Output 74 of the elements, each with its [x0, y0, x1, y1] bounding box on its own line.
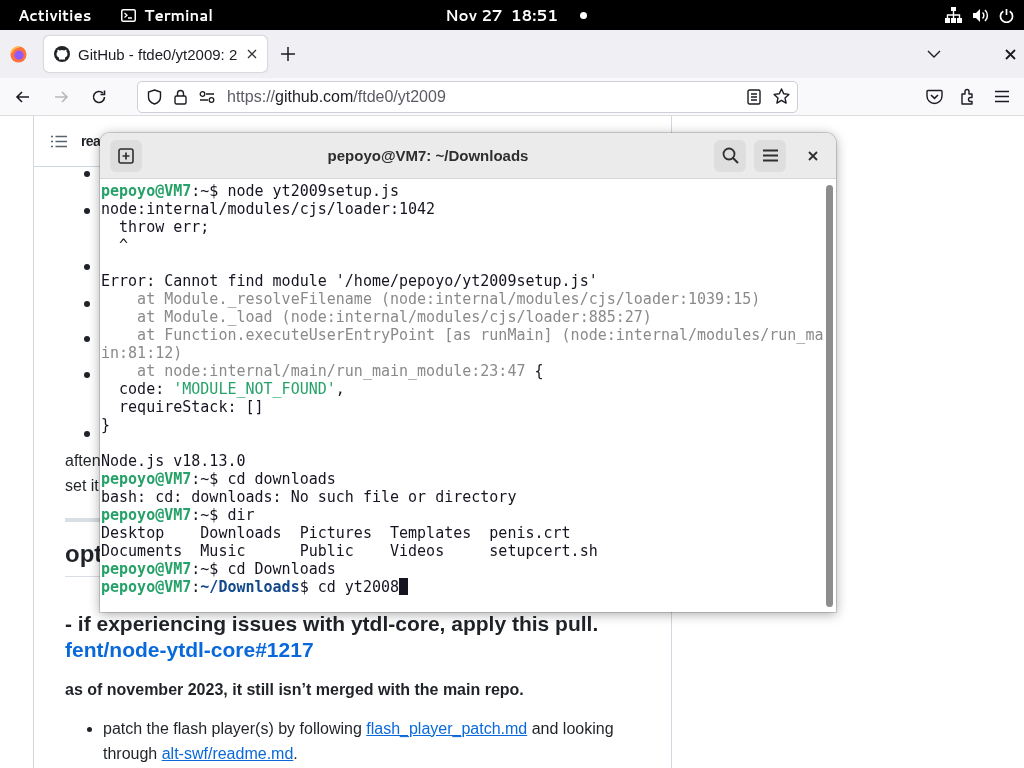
terminal-line: in:81:12): [101, 344, 183, 362]
paragraph-text: aften: [65, 451, 101, 471]
terminal-line: Desktop Downloads Pictures Templates penis.crt: [101, 524, 571, 542]
section-heading: - if experiencing issues with ytdl-core, apply this pull.: [65, 611, 600, 637]
activities-button[interactable]: Activities: [18, 4, 92, 26]
text-cursor: [399, 578, 409, 595]
file-link[interactable]: alt-swf/readme.md: [161, 745, 294, 762]
add-icon: [118, 147, 134, 164]
scrollbar-thumb[interactable]: [826, 185, 834, 607]
lock-icon[interactable]: [174, 88, 187, 105]
note-text: as of november 2023, it still isn’t merged with the main repo.: [65, 681, 525, 699]
chevron-down-icon[interactable]: [927, 50, 941, 58]
terminal-line: at node:internal/main/run_main_module:23:47 {: [136, 362, 544, 380]
terminal-line: pepoyo@VM7:~$ node yt2009setup.js: [101, 182, 400, 200]
terminal-line: Error: Cannot find module '/home/pepoyo/yt2009setup.js': [101, 272, 598, 290]
terminal-line: Documents Music Public Videos setupcert.sh: [101, 542, 598, 560]
menu-icon: [762, 149, 778, 162]
terminal-icon: [121, 8, 137, 22]
bullet-dot: [84, 431, 90, 437]
terminal-line: pepoyo@VM7:~/Downloads$ cd yt2008: [101, 578, 400, 596]
close-tab-icon[interactable]: [247, 49, 257, 59]
star-icon[interactable]: [773, 88, 790, 105]
url-text: https://github.com/ftde0/yt2009: [227, 87, 447, 106]
power-icon[interactable]: [999, 7, 1014, 23]
paragraph-text: set it: [65, 476, 99, 496]
terminal-line: pepoyo@VM7:~$ dir: [101, 506, 255, 524]
app-menu-label[interactable]: Terminal: [144, 4, 213, 26]
bullet-dot: [84, 336, 90, 342]
bullet-dot: [84, 208, 90, 214]
terminal-line: throw err;: [118, 218, 210, 236]
search-button[interactable]: [714, 139, 746, 172]
file-link[interactable]: flash_player_patch.md: [366, 720, 528, 737]
list-icon[interactable]: [51, 134, 67, 148]
new-tab-icon[interactable]: [281, 47, 295, 61]
bullet-dot: [84, 264, 90, 270]
permissions-icon[interactable]: [199, 90, 215, 103]
terminal-line: bash: cd: downloads: No such file or directory: [101, 488, 517, 506]
volume-icon[interactable]: [972, 7, 989, 23]
terminal-line: at Module._load (node:internal/modules/cjs/loader:885:27): [136, 308, 652, 326]
firefox-logo-icon[interactable]: [10, 45, 27, 63]
new-tab-button[interactable]: [110, 139, 142, 172]
terminal-line: node:internal/modules/cjs/loader:1042: [101, 200, 436, 218]
menu-button[interactable]: [754, 139, 786, 172]
clock[interactable]: Nov 27 18:51: [445, 4, 558, 26]
list-item-text: patch the flash player(s) by following flash_player_patch.md and looking through alt-swf/readme.md.: [103, 719, 615, 764]
tab-title: GitHub - ftde0/yt2009: 2: [78, 45, 239, 63]
search-icon: [721, 147, 739, 164]
pocket-icon[interactable]: [926, 88, 943, 105]
menu-icon[interactable]: [994, 90, 1010, 103]
terminal-line: ^: [118, 236, 129, 254]
terminal-line: pepoyo@VM7:~$ cd Downloads: [101, 560, 336, 578]
pull-request-link[interactable]: fent/node-ytdl-core#1217: [65, 638, 314, 661]
terminal-line: requireStack: []: [118, 398, 264, 416]
terminal-line: at Function.executeUserEntryPoint [as runMain] (node:internal/modules/run_ma: [136, 326, 824, 344]
bullet-dot: [87, 727, 92, 732]
address-field[interactable]: https://github.com/ftde0/yt2009: [137, 80, 798, 113]
close-window-icon[interactable]: [1005, 48, 1016, 60]
shield-icon[interactable]: [147, 88, 162, 105]
readme-title: rea: [81, 133, 101, 149]
github-logo-icon: [54, 46, 70, 62]
bullet-dot: [84, 301, 90, 307]
terminal-line: code: 'MODULE_NOT_FOUND',: [118, 380, 345, 398]
terminal-line: Node.js v18.13.0: [101, 452, 246, 470]
bullet-dot: [84, 372, 90, 378]
browser-tab[interactable]: GitHub - ftde0/yt2009: 2: [44, 36, 267, 72]
close-icon: [808, 150, 818, 161]
terminal-line: at Module._resolveFilename (node:internal/modules/cjs/loader:1039:15): [136, 290, 761, 308]
network-icon[interactable]: [945, 7, 962, 23]
window-title: pepoyo@VM7: ~/Downloads: [326, 147, 530, 164]
notification-dot: [579, 11, 587, 19]
bullet-dot: [84, 171, 90, 177]
terminal-line: pepoyo@VM7:~$ cd downloads: [101, 470, 336, 488]
terminal-line: }: [101, 416, 111, 434]
reader-view-icon[interactable]: [747, 88, 761, 105]
